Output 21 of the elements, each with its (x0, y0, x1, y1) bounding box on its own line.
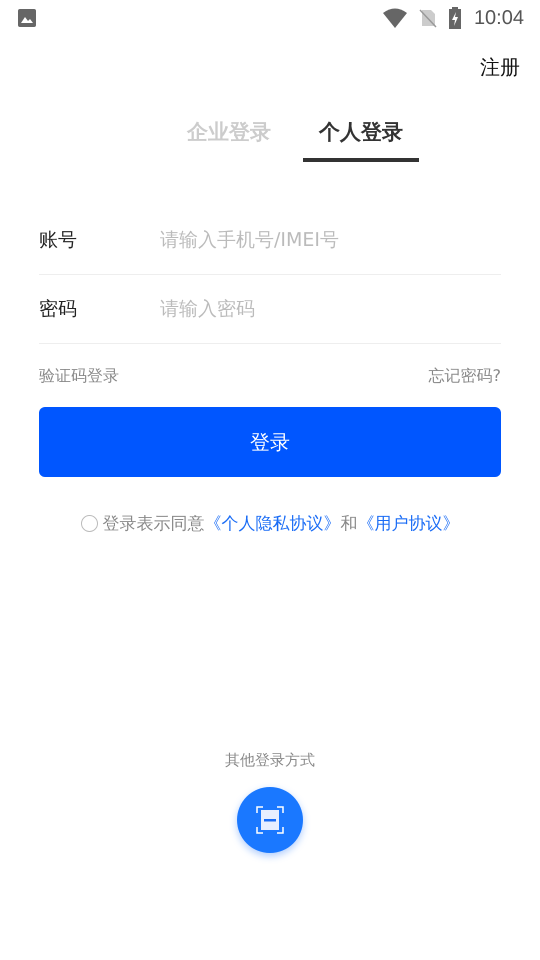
login-tab[interactable]: 个人登录 (303, 114, 419, 162)
forgot-password-link[interactable]: 忘记密码? (428, 366, 501, 387)
field-label: 账号 (39, 228, 78, 253)
clock: 10:04 (474, 6, 524, 30)
privacy-link[interactable]: 《个人隐私协议》 (204, 514, 340, 534)
other-login-title: 其他登录方式 (225, 751, 315, 770)
input-field[interactable]: 请输入手机号/IMEI号 (160, 229, 501, 251)
agreement-text: 登录表示同意《个人隐私协议》和《用户协议》 (102, 513, 460, 535)
input-field[interactable]: 请输入密码 (160, 298, 501, 320)
code-login-link[interactable]: 验证码登录 (39, 366, 119, 387)
field-label: 密码 (39, 297, 78, 322)
battery-charging-icon (448, 7, 462, 29)
scan-login-button[interactable] (237, 787, 303, 853)
no-sim-icon (418, 8, 438, 28)
scan-icon (255, 805, 285, 835)
image-icon (17, 8, 37, 28)
login-button[interactable]: 登录 (39, 407, 501, 477)
wifi-icon (382, 8, 408, 28)
agree-checkbox[interactable] (80, 515, 98, 532)
register-link[interactable]: 注册 (480, 54, 520, 81)
user-agreement-link[interactable]: 《用户协议》 (358, 514, 460, 534)
